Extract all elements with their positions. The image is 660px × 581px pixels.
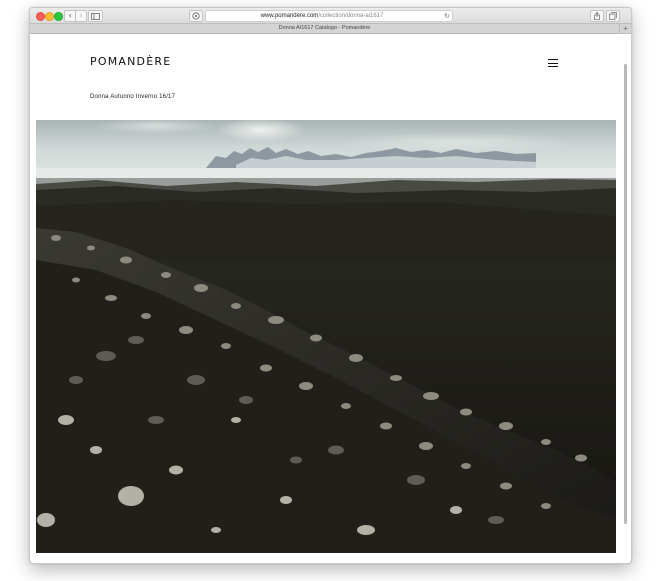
browser-window: ‹ › www.pomandere.com/collection/donna-a… xyxy=(29,7,632,564)
tabs-overview-icon xyxy=(609,12,617,20)
menu-line-middle xyxy=(548,62,558,64)
hero-landscape-image xyxy=(36,120,616,553)
collection-title: Donna Autunno Inverno 16/17 xyxy=(90,94,176,100)
landscape-photo xyxy=(36,120,616,553)
site-logo[interactable]: POMANDÈRE xyxy=(90,55,171,68)
page-scrollbar[interactable] xyxy=(624,64,627,524)
reload-icon[interactable]: ↻ xyxy=(444,11,450,21)
url-domain: www.pomandere.com xyxy=(260,13,319,19)
page-content: POMANDÈRE Donna Autunno Inverno 16/17 xyxy=(30,34,631,563)
hamburger-menu-icon[interactable] xyxy=(548,59,558,67)
maximize-window-button[interactable] xyxy=(54,12,63,21)
plus-icon: + xyxy=(623,24,628,33)
menu-line-bottom xyxy=(548,66,558,67)
address-bar[interactable]: www.pomandere.com/collection/donna-ai161… xyxy=(205,10,453,22)
minimize-window-button[interactable] xyxy=(45,12,54,21)
share-icon xyxy=(594,12,600,20)
close-window-button[interactable] xyxy=(36,12,45,21)
forward-button[interactable]: › xyxy=(75,10,87,22)
browser-toolbar: ‹ › www.pomandere.com/collection/donna-a… xyxy=(30,8,631,23)
chevron-left-icon: ‹ xyxy=(68,11,72,20)
sidebar-icon xyxy=(91,12,100,20)
menu-line-top xyxy=(548,59,558,60)
chevron-right-icon: › xyxy=(79,11,83,20)
tab-bar: Donna AI1617 Catalogo - Pomandère + xyxy=(30,23,631,34)
tab-title[interactable]: Donna AI1617 Catalogo - Pomandère xyxy=(30,24,619,33)
tabs-overview-button[interactable] xyxy=(606,10,620,22)
reader-icon xyxy=(192,12,200,20)
reader-button[interactable] xyxy=(189,10,203,22)
url-text[interactable]: www.pomandere.com/collection/donna-ai161… xyxy=(206,11,438,21)
sidebar-toggle-button[interactable] xyxy=(88,10,103,22)
new-tab-button[interactable]: + xyxy=(619,24,631,33)
url-path: /collection/donna-ai1617 xyxy=(318,13,384,19)
share-button[interactable] xyxy=(590,10,604,22)
